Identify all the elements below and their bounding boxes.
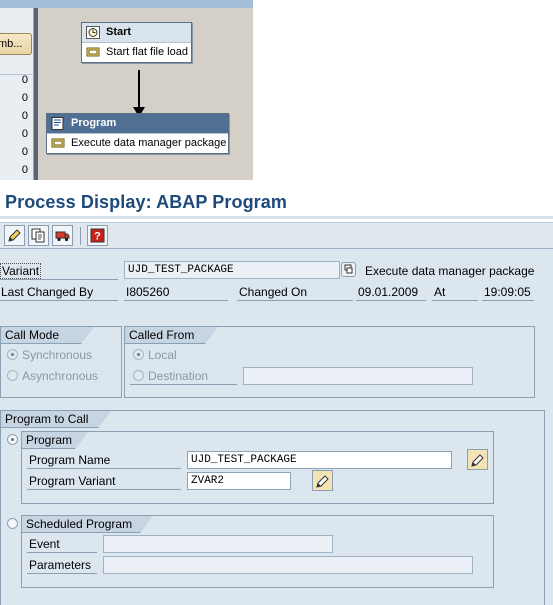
transport-truck-icon [55, 231, 70, 242]
page-title: Process Display: ABAP Program [5, 192, 288, 212]
start-node-description: Start flat file load [106, 46, 188, 58]
event-underline [27, 552, 97, 553]
variant-description: Execute data manager package [365, 264, 535, 278]
synchronous-radio[interactable] [7, 349, 18, 360]
start-node[interactable]: Start Start flat file load [81, 22, 192, 63]
parameters-label: Parameters [29, 558, 92, 572]
changed-on-underline [237, 300, 353, 301]
variant-underline [0, 279, 118, 280]
program-node-description: Execute data manager package [71, 137, 227, 149]
program-node-row: Execute data manager package [47, 134, 228, 153]
last-changed-by-underline [0, 300, 118, 301]
local-label: Local [148, 348, 177, 362]
local-radio[interactable] [133, 349, 144, 360]
at-value-underline [482, 300, 534, 301]
details-icon [344, 264, 353, 274]
edit-pencil-icon [8, 229, 21, 242]
program-to-call-title: Program to Call [0, 410, 112, 428]
process-chain-canvas: Start Start flat file load Program Execu… [38, 8, 253, 180]
process-variant-icon [51, 138, 65, 148]
left-panel-value: 0 [21, 74, 28, 86]
left-panel-value: 0 [21, 92, 28, 104]
process-variant-icon [86, 47, 100, 57]
parameters-underline [27, 573, 97, 574]
program-variant-underline [27, 489, 181, 490]
last-changed-by-label: Last Changed By [1, 285, 94, 299]
variant-field[interactable]: UJD_TEST_PACKAGE [124, 261, 340, 279]
scheduled-program-radio[interactable] [7, 518, 18, 529]
program-variant-field[interactable]: ZVAR2 [187, 472, 291, 490]
start-node-header: Start [82, 23, 191, 43]
program-name-field[interactable]: UJD_TEST_PACKAGE [187, 451, 452, 469]
event-label: Event [29, 537, 60, 551]
program-variant-label: Program Variant [29, 474, 116, 488]
variant-details-button[interactable] [341, 262, 356, 277]
last-changed-by-value-underline [124, 300, 228, 301]
left-panel-value: 0 [21, 146, 28, 158]
help-button[interactable]: ? [87, 225, 108, 246]
program-name-edit-button[interactable] [467, 449, 488, 470]
edit-button[interactable] [4, 225, 25, 246]
program-variant-edit-button[interactable] [312, 470, 333, 491]
start-node-row: Start flat file load [82, 43, 191, 62]
parameters-field[interactable] [103, 556, 473, 574]
pencil-icon [471, 454, 484, 467]
program-subgroup-title: Program [21, 431, 89, 449]
clock-icon [86, 26, 100, 39]
program-radio[interactable] [7, 434, 18, 445]
program-node-header: Program [47, 114, 228, 134]
help-icon: ? [90, 228, 105, 243]
called-from-group: Called From [124, 326, 535, 398]
copy-icon [31, 228, 45, 243]
at-underline [432, 300, 478, 301]
window-top-strip [0, 0, 253, 8]
connector-line [138, 70, 140, 108]
changed-on-label: Changed On [239, 285, 308, 299]
destination-underline [130, 384, 237, 385]
copy-button[interactable] [28, 225, 49, 246]
changed-on-value-underline [356, 300, 426, 301]
program-node-title: Program [71, 117, 117, 129]
left-panel-button[interactable]: mb... [0, 33, 32, 55]
event-field[interactable] [103, 535, 333, 553]
start-node-title: Start [106, 26, 132, 38]
program-node[interactable]: Program Execute data manager package [46, 113, 229, 154]
destination-label: Destination [148, 369, 209, 383]
at-label: At [434, 285, 446, 299]
variant-label: Variant [0, 263, 42, 279]
left-panel-divider [0, 74, 34, 75]
svg-text:?: ? [94, 231, 101, 243]
called-from-title: Called From [124, 326, 219, 344]
synchronous-label: Synchronous [22, 348, 93, 362]
program-icon [51, 117, 64, 130]
left-panel-value: 0 [21, 110, 28, 122]
left-panel-value: 0 [21, 164, 28, 176]
left-panel-value: 0 [21, 128, 28, 140]
title-divider [0, 216, 553, 219]
last-changed-by-value: I805260 [126, 285, 170, 299]
program-name-label: Program Name [29, 453, 111, 467]
toolbar-separator [80, 227, 81, 245]
program-name-underline [27, 468, 181, 469]
destination-radio[interactable] [133, 370, 144, 381]
at-value: 19:09:05 [484, 285, 531, 299]
changed-on-value: 09.01.2009 [358, 285, 419, 299]
call-mode-title: Call Mode [0, 326, 95, 344]
scheduled-program-title: Scheduled Program [21, 515, 154, 533]
destination-field[interactable] [243, 367, 473, 385]
pencil-icon [316, 475, 329, 488]
left-list-panel: mb... 0 0 0 0 0 0 [0, 8, 34, 180]
asynchronous-radio[interactable] [7, 370, 18, 381]
asynchronous-label: Asynchronous [22, 369, 99, 383]
application-toolbar: ? [0, 222, 553, 249]
call-mode-group: Call Mode [0, 326, 122, 398]
transport-button[interactable] [52, 225, 73, 246]
